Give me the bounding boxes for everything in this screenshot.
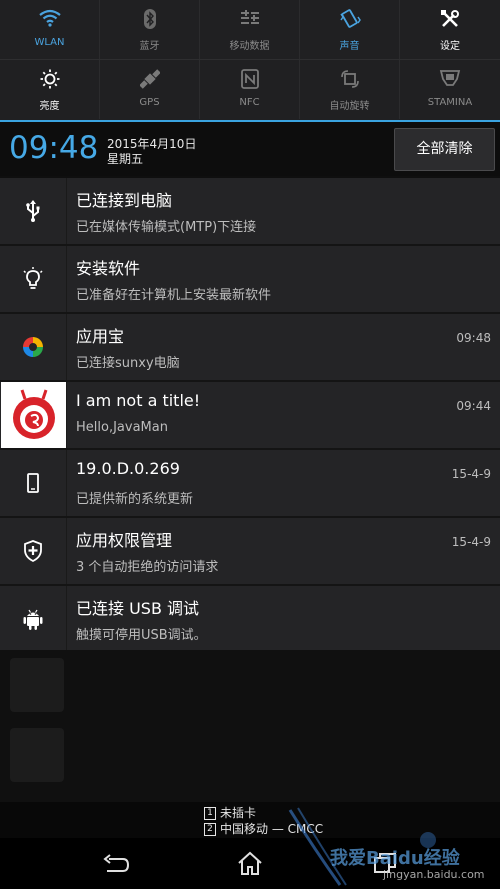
tile-label: 蓝牙 <box>139 41 160 52</box>
notification-item[interactable]: 应用权限管理 3 个自动拒绝的访问请求 15-4-9 <box>0 518 500 586</box>
notification-item[interactable]: 安装软件 已准备好在计算机上安装最新软件 <box>0 246 500 314</box>
background-app-content <box>0 650 500 802</box>
wifi-icon <box>0 9 99 29</box>
notification-title: 已连接到电脑 <box>76 191 173 210</box>
notification-divider <box>66 450 67 516</box>
tile-settings[interactable]: 设定 <box>400 0 500 59</box>
notification-title: I am not a title! <box>76 391 201 410</box>
tile-bluetooth[interactable]: 蓝牙 <box>100 0 200 59</box>
notification-subtitle: 已在媒体传输模式(MTP)下连接 <box>76 220 257 235</box>
bluetooth-icon <box>100 9 199 29</box>
sim2-badge: 2 <box>204 823 216 836</box>
back-button[interactable] <box>101 850 131 878</box>
notification-divider <box>66 314 67 380</box>
notification-subtitle: 3 个自动拒绝的访问请求 <box>76 560 219 575</box>
notification-item[interactable]: 19.0.D.0.269 已提供新的系统更新 15-4-9 <box>0 450 500 518</box>
yingyongbao-app-icon <box>0 314 66 380</box>
notification-divider <box>66 518 67 584</box>
notification-divider <box>66 246 67 312</box>
sim1-status: 1 未插卡 <box>204 804 256 821</box>
app-avatar-icon <box>1 382 66 448</box>
background-avatar <box>10 728 64 782</box>
tile-auto-rotate[interactable]: 自动旋转 <box>300 60 400 119</box>
notification-time: 09:48 <box>456 331 491 345</box>
tile-label: WLAN <box>34 37 65 48</box>
tile-label: 声音 <box>339 41 360 52</box>
notification-time: 15-4-9 <box>451 467 491 481</box>
notification-subtitle: 触摸可停用USB调试。 <box>76 628 207 643</box>
notification-item[interactable]: 已连接 USB 调试 触摸可停用USB调试。 <box>0 586 500 654</box>
tile-nfc[interactable]: NFC <box>200 60 300 119</box>
notification-title: 安装软件 <box>76 259 141 278</box>
tile-stamina[interactable]: STAMINA <box>400 60 500 119</box>
tile-label: 移动数据 <box>229 41 270 52</box>
tile-mobile-data[interactable]: 移动数据 <box>200 0 300 59</box>
tile-label: GPS <box>139 97 160 108</box>
tile-label: STAMINA <box>427 97 473 108</box>
gps-icon <box>100 69 199 89</box>
nfc-icon <box>200 69 299 89</box>
watermark-text: 我爱Baidu经验 <box>330 848 460 869</box>
brightness-icon <box>0 69 99 89</box>
tile-sound[interactable]: 声音 <box>300 0 400 59</box>
tile-label: NFC <box>239 97 260 108</box>
notification-subtitle: 已提供新的系统更新 <box>76 492 194 507</box>
notification-item[interactable]: 已连接到电脑 已在媒体传输模式(MTP)下连接 <box>0 178 500 246</box>
notification-divider <box>66 178 67 244</box>
tile-label: 自动旋转 <box>329 101 370 112</box>
notification-time: 15-4-9 <box>451 535 491 549</box>
clear-all-button[interactable]: 全部清除 <box>394 128 495 171</box>
notification-time: 09:44 <box>456 399 491 413</box>
notification-title: 已连接 USB 调试 <box>76 599 200 618</box>
watermark-url: jingyan.baidu.com <box>383 868 485 881</box>
quick-settings-row-1: WLAN 蓝牙 移动数据 声音 设定 <box>0 0 500 59</box>
tile-gps[interactable]: GPS <box>100 60 200 119</box>
notification-divider <box>66 382 67 448</box>
notification-title: 19.0.D.0.269 <box>76 459 180 478</box>
quick-settings-row-2: 亮度 GPS NFC 自动旋转 STAMINA <box>0 60 500 119</box>
usb-icon <box>0 178 66 244</box>
tile-brightness[interactable]: 亮度 <box>0 60 100 119</box>
shield-plus-icon <box>0 518 66 584</box>
phone-icon <box>0 450 66 516</box>
mobile-data-icon <box>200 9 299 29</box>
sim1-badge: 1 <box>204 807 216 820</box>
weekday: 星期五 <box>107 152 144 166</box>
clock: 09:48 <box>9 130 99 166</box>
notification-subtitle: Hello,JavaMan <box>76 420 168 435</box>
tools-icon <box>400 9 500 29</box>
notification-item[interactable]: I am not a title! Hello,JavaMan 09:44 <box>0 382 500 450</box>
home-button[interactable] <box>235 850 265 878</box>
background-avatar <box>10 658 64 712</box>
quick-settings-panel: WLAN 蓝牙 移动数据 声音 设定 亮度 GPS NFC 自动旋转 STAMI… <box>0 0 500 120</box>
notification-title: 应用权限管理 <box>76 531 173 550</box>
lightbulb-icon <box>0 246 66 312</box>
notification-subtitle: 已准备好在计算机上安装最新软件 <box>76 288 272 303</box>
notification-subtitle: 已连接sunxy电脑 <box>76 356 180 371</box>
background-row <box>0 720 500 792</box>
tile-label: 亮度 <box>39 101 60 112</box>
notification-title: 应用宝 <box>76 327 125 346</box>
notification-divider <box>66 586 67 652</box>
vibrate-icon <box>300 9 399 29</box>
tile-label: 设定 <box>440 41 460 52</box>
notification-item[interactable]: 应用宝 已连接sunxy电脑 09:48 <box>0 314 500 382</box>
tile-wlan[interactable]: WLAN <box>0 0 100 59</box>
stamina-icon <box>400 69 500 89</box>
sim1-text: 未插卡 <box>220 806 257 820</box>
background-row <box>0 650 500 722</box>
android-icon <box>0 586 66 652</box>
rotate-icon <box>300 69 399 89</box>
notification-header: 09:48 2015年4月10日 星期五 全部清除 <box>0 122 500 176</box>
